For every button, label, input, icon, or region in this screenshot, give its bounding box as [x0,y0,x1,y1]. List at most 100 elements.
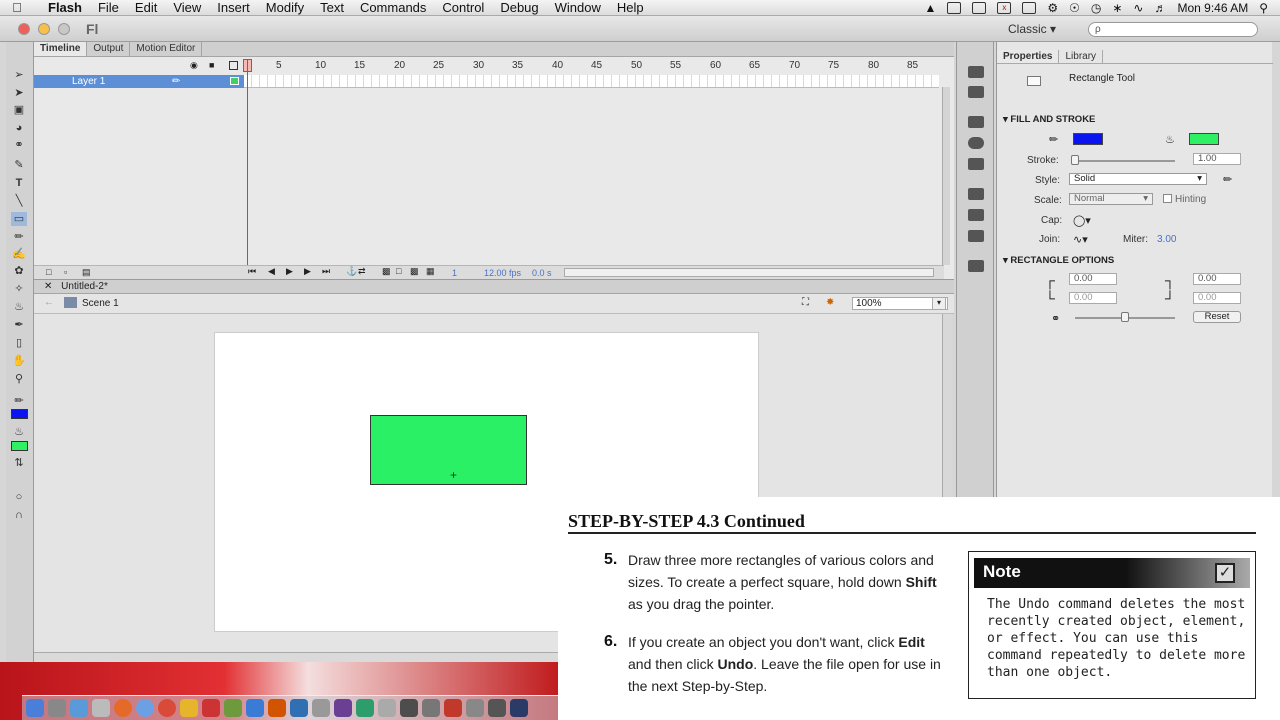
3d-rotation-tool-icon[interactable]: ◕ [11,121,27,135]
dropbox-icon[interactable]: ▲ [924,1,936,15]
menu-insert[interactable]: Insert [209,0,258,15]
go-to-first-frame-icon[interactable]: ⏮ [248,266,256,277]
help-search-input[interactable]: ρ [1088,22,1258,37]
swatches-icon[interactable] [968,86,984,98]
rectangle-options-section-header[interactable]: ▾ RECTANGLE OPTIONS [1003,255,1114,266]
reset-button[interactable]: Reset [1193,311,1241,323]
app-icon[interactable] [246,699,264,717]
zoom-dropdown-arrow[interactable]: ▾ [932,297,946,310]
layer-outline-color-icon[interactable] [230,77,239,85]
current-frame-readout[interactable]: 1 [452,268,457,278]
miter-value[interactable]: 3.00 [1157,234,1176,245]
menu-help[interactable]: Help [609,0,652,15]
corner-radius-bottom-left-field[interactable]: 0.00 [1069,292,1117,304]
app-icon[interactable] [224,699,242,717]
stage-horizontal-scrollbar[interactable] [34,652,559,662]
spotlight-search-icon[interactable]: ⚲ [1259,1,1268,15]
chrome-icon[interactable] [158,699,176,717]
stroke-color-swatch[interactable] [11,409,28,419]
hinting-checkbox[interactable] [1163,194,1172,203]
close-app-icon[interactable]: x [997,2,1012,14]
new-layer-icon[interactable]: □ [46,267,51,277]
center-frame-icon[interactable]: ⚓ [346,266,357,277]
corner-radius-bottom-right-field[interactable]: 0.00 [1193,292,1241,304]
modify-markers-icon[interactable]: ▦ [426,266,435,277]
edit-stroke-style-icon[interactable]: ✏ [1223,173,1232,186]
app-icon[interactable] [290,699,308,717]
hand-tool-icon[interactable]: ✋ [11,354,27,368]
menu-control[interactable]: Control [434,0,492,15]
finder-icon[interactable] [26,699,44,717]
green-rectangle-shape[interactable] [370,415,527,485]
mail-icon[interactable] [70,699,88,717]
frames-row[interactable] [244,75,939,88]
firefox-icon[interactable] [114,699,132,717]
swap-colors-icon[interactable]: ⇅ [11,456,27,470]
timeline-horizontal-scrollbar[interactable] [564,268,934,277]
align-icon[interactable] [968,116,984,128]
line-tool-icon[interactable]: ╲ [11,194,27,208]
close-window-button[interactable] [18,23,30,35]
stroke-slider-knob[interactable] [1071,155,1079,165]
accessibility-icon[interactable]: ☉ [1069,1,1080,15]
style-dropdown[interactable]: Solid ▾ [1069,173,1207,185]
bluetooth-icon[interactable]: ∗ [1112,1,1122,15]
wifi-icon[interactable]: ∿ [1133,1,1143,15]
scale-dropdown[interactable]: Normal ▾ [1069,193,1153,205]
timeline-vertical-scrollbar[interactable] [942,87,950,265]
scene-breadcrumb[interactable]: Scene 1 [82,298,119,309]
eyedropper-tool-icon[interactable]: ✒ [11,318,27,332]
onion-skin-icon[interactable]: ▩ [382,266,391,277]
subselection-tool-icon[interactable]: ➤ [11,86,27,100]
tab-timeline[interactable]: Timeline [34,42,88,56]
app-icon[interactable] [334,699,352,717]
notes-icon[interactable] [180,699,198,717]
gear-icon[interactable]: ⚙ [1047,1,1058,15]
app-icon[interactable] [400,699,418,717]
menu-file[interactable]: File [90,0,127,15]
bone-tool-icon[interactable]: ✧ [11,282,27,296]
fill-color-swatch[interactable] [11,441,28,451]
document-tab[interactable]: Untitled-2* [61,281,108,292]
app-icon[interactable] [312,699,330,717]
workspace-switcher[interactable]: Classic ▾ [1008,22,1056,36]
frame-ruler[interactable]: 1 5 10 15 20 25 30 35 40 45 50 55 60 65 … [244,59,944,73]
outline-icon[interactable] [229,61,238,70]
edit-scene-icon[interactable]: ⛶ [802,297,809,308]
play-icon[interactable]: ▶ [286,266,293,277]
tab-library[interactable]: Library [1059,50,1104,63]
cap-style-dropdown[interactable]: ◯▾ [1073,214,1091,227]
stroke-color-chip[interactable] [1073,133,1103,145]
safari-icon[interactable] [136,699,154,717]
object-drawing-icon[interactable]: ○ [11,490,27,504]
lasso-tool-icon[interactable]: ⚭ [11,138,27,152]
brush-tool-icon[interactable]: ✍ [11,247,27,261]
menu-edit[interactable]: Edit [127,0,165,15]
go-to-last-frame-icon[interactable]: ⏭ [322,266,330,277]
menu-text[interactable]: Text [312,0,352,15]
flash-app-icon[interactable] [444,699,462,717]
app-icon[interactable] [356,699,374,717]
layer-row[interactable]: Layer 1 ✏ [34,75,244,88]
transform-icon[interactable] [968,158,984,170]
menu-modify[interactable]: Modify [258,0,312,15]
app-icon[interactable] [466,699,484,717]
text-tool-icon[interactable]: T [11,176,27,190]
menu-view[interactable]: View [165,0,209,15]
paint-bucket-tool-icon[interactable]: ♨ [11,300,27,314]
fill-stroke-section-header[interactable]: ▾ FILL AND STROKE [1003,114,1095,125]
menu-commands[interactable]: Commands [352,0,434,15]
show-hide-eye-icon[interactable]: ◉ [190,60,198,71]
app-icon[interactable] [268,699,286,717]
edit-symbols-icon[interactable]: ✸ [826,297,834,308]
join-style-dropdown[interactable]: ∿▾ [1073,233,1088,246]
corner-radius-top-right-field[interactable]: 0.00 [1193,273,1241,285]
rectangle-tool-icon[interactable]: ▭ [11,212,27,226]
step-back-icon[interactable]: ◀ [268,266,275,277]
app-icon[interactable] [488,699,506,717]
eraser-tool-icon[interactable]: ▯ [11,336,27,350]
fill-color-chip[interactable] [1189,133,1219,145]
onion-skin-outlines-icon[interactable]: □ [396,266,401,276]
pen-tool-icon[interactable]: ✎ [11,158,27,172]
close-document-icon[interactable]: ✕ [44,281,52,292]
